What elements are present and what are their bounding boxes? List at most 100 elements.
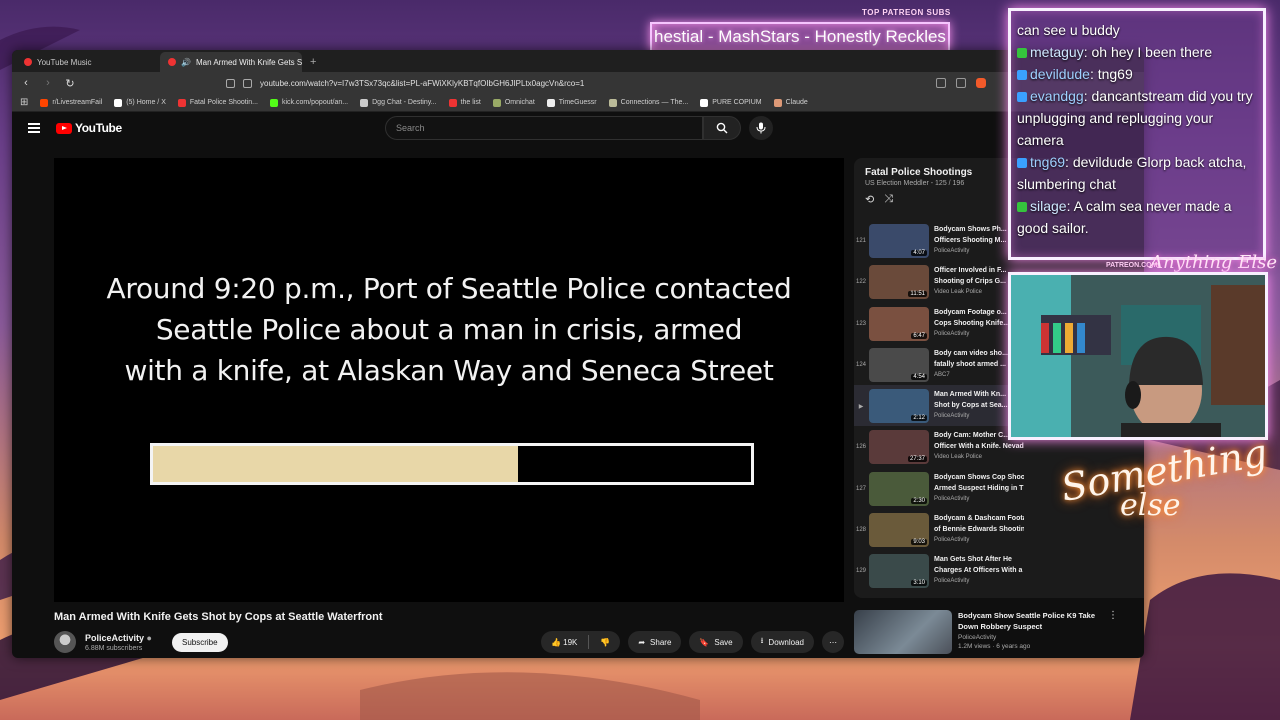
brave-shield-icon[interactable]: [976, 78, 986, 88]
playlist-index: 126: [855, 444, 866, 451]
new-tab-button[interactable]: +: [304, 52, 322, 72]
playlist-duration: 4:54: [911, 373, 927, 380]
loop-icon[interactable]: ⟲: [865, 193, 874, 206]
chat-text: can see u buddy: [1017, 22, 1120, 38]
video-progress-fill: [153, 446, 518, 482]
search-input[interactable]: Search: [385, 116, 703, 140]
playlist-index: 129: [855, 568, 866, 575]
chat-username: evandgg: [1030, 88, 1084, 104]
site-info-icon[interactable]: [243, 78, 252, 88]
verified-icon: ●: [146, 632, 152, 643]
chat-badge-icon: [1017, 70, 1027, 80]
tab-current-video[interactable]: 🔊 Man Armed With Knife Gets S ✕: [160, 52, 302, 72]
speaker-icon: 🔊: [181, 57, 191, 67]
playlist-thumbnail[interactable]: 27:37: [869, 430, 929, 465]
share-page-icon[interactable]: [956, 78, 966, 88]
bookmarks-bar: ⊞ r/LivestreamFail (5) Home / X Fatal Po…: [12, 94, 1144, 112]
playlist-video-title[interactable]: Bodycam & Dashcam Footage: [934, 513, 1024, 524]
webcam-frame: [1008, 272, 1268, 440]
channel-row: PoliceActivity ● 6.88M subscribers Subsc…: [54, 630, 844, 654]
bookmark-item[interactable]: Connections — The...: [608, 98, 688, 107]
share-button[interactable]: ➦ Share: [628, 631, 682, 653]
video-player[interactable]: Around 9:20 p.m., Port of Seattle Police…: [54, 158, 844, 602]
playlist-item[interactable]: 129 3:10 Man Gets Shot After He Charges At …: [854, 550, 1144, 591]
playlist-thumbnail[interactable]: 4:54: [869, 347, 929, 382]
patreon-label: TOP PATREON SUBS: [862, 8, 951, 17]
subscribe-button[interactable]: Subscribe: [171, 632, 228, 652]
bookmark-item[interactable]: Claude: [773, 98, 808, 107]
channel-name[interactable]: PoliceActivity ●: [85, 633, 152, 643]
bookmark-item[interactable]: Fatal Police Shootin...: [177, 98, 258, 107]
search-button[interactable]: [703, 116, 741, 140]
playlist-thumbnail[interactable]: 2:12: [869, 389, 929, 424]
playlist-video-title[interactable]: Bodycam Shows Cop Shooting: [934, 472, 1024, 483]
chat-text: : oh hey I been there: [1083, 44, 1213, 60]
playlist-duration: 3:10: [911, 580, 927, 587]
bookmark-item[interactable]: TimeGuessr: [546, 98, 597, 107]
neon-sign-logo: Something else: [1057, 430, 1271, 523]
tab-youtube-music[interactable]: YouTube Music: [16, 52, 158, 72]
chat-username: metaguy: [1030, 44, 1084, 60]
playlist-thumbnail[interactable]: 2:30: [869, 471, 929, 506]
bookmark-item[interactable]: PURE COPIUM: [700, 98, 762, 107]
url-field[interactable]: youtube.com/watch?v=I7w3TSx73qc&list=PL-…: [86, 78, 926, 88]
youtube-music-icon: [24, 58, 32, 66]
bookmark-item[interactable]: Omnichat: [492, 98, 535, 107]
playlist-video-title-line2: Armed Suspect Hiding in The...: [934, 484, 1024, 492]
playlist-index: ▶: [858, 404, 864, 411]
playlist-index: 127: [855, 485, 866, 492]
download-button[interactable]: ⭳ Download: [750, 631, 814, 653]
bookmark-item[interactable]: Dgg Chat - Destiny...: [360, 98, 437, 107]
tab-label: YouTube Music: [37, 57, 92, 67]
channel-subscribers: 6.88M subscribers: [85, 644, 143, 652]
dislike-button[interactable]: 👎: [600, 638, 610, 647]
chat-message: evandgg: dancantstream did you try unplu…: [1017, 85, 1259, 151]
playlist-duration: 27:37: [907, 456, 927, 463]
shuffle-icon[interactable]: ⤨: [884, 193, 893, 206]
youtube-icon: [168, 58, 176, 66]
chat-username: silage: [1030, 198, 1067, 214]
bookmark-item[interactable]: (5) Home / X: [114, 98, 166, 107]
reload-icon[interactable]: ↻: [64, 77, 76, 90]
apps-icon[interactable]: ⊞: [20, 97, 28, 108]
playlist-duration: 11:51: [908, 291, 927, 298]
more-options-icon[interactable]: ⋮: [1108, 610, 1118, 656]
playlist-video-title[interactable]: Man Gets Shot After He: [934, 554, 1024, 565]
bookmark-item[interactable]: r/LivestreamFail: [40, 98, 102, 107]
url-text: youtube.com/watch?v=I7w3TSx73qc&list=PL-…: [260, 78, 585, 88]
chat-badge-icon: [1017, 92, 1027, 102]
bookmark-icon[interactable]: [226, 78, 235, 88]
more-actions-button[interactable]: ⋯: [822, 631, 844, 653]
playlist-video-title-line2: Officer With a Knife. Nevada...: [934, 443, 1024, 451]
playlist-thumbnail[interactable]: 3:10: [869, 554, 929, 589]
recommended-channel: PoliceActivity: [958, 634, 997, 641]
voice-search-button[interactable]: [749, 116, 773, 140]
share-icon: ➦: [638, 637, 646, 647]
recommended-video[interactable]: Bodycam Show Seattle Police K9 Take Down…: [854, 610, 1144, 656]
save-button[interactable]: 🔖 Save: [689, 631, 743, 653]
back-icon[interactable]: ‹: [20, 77, 32, 89]
download-icon: ⭳: [760, 636, 764, 645]
recommended-title[interactable]: Bodycam Show Seattle Police K9 Take Down…: [958, 610, 1108, 632]
youtube-header: YouTube Search: [12, 112, 1144, 144]
channel-avatar[interactable]: [54, 631, 76, 653]
like-button[interactable]: 👍 19K: [551, 638, 577, 647]
bookmark-item[interactable]: kick.com/popout/an...: [269, 98, 348, 107]
playlist-thumbnail[interactable]: 4:07: [869, 224, 929, 258]
playlist-duration: 2:12: [911, 415, 927, 422]
forward-icon[interactable]: ›: [42, 77, 54, 89]
chat-badge-icon: [1017, 48, 1027, 58]
playlist-thumbnail[interactable]: 11:51: [869, 265, 929, 300]
screen-icon[interactable]: [936, 78, 946, 88]
youtube-logo[interactable]: YouTube: [56, 121, 122, 135]
playlist-index: 122: [855, 279, 866, 286]
playlist-thumbnail[interactable]: 9:03: [869, 513, 929, 548]
chat-text: : tng69: [1089, 66, 1133, 82]
playlist-video-title-line2: of Bennie Edwards Shooting: [934, 526, 1024, 534]
recommended-thumbnail[interactable]: [854, 610, 952, 654]
chat-message: silage: A calm sea never made a good sai…: [1017, 195, 1259, 239]
bookmark-item[interactable]: the list: [448, 98, 481, 107]
menu-icon[interactable]: [28, 123, 40, 133]
playlist-thumbnail[interactable]: 6:47: [869, 306, 929, 341]
playlist-index: 121: [855, 238, 866, 244]
